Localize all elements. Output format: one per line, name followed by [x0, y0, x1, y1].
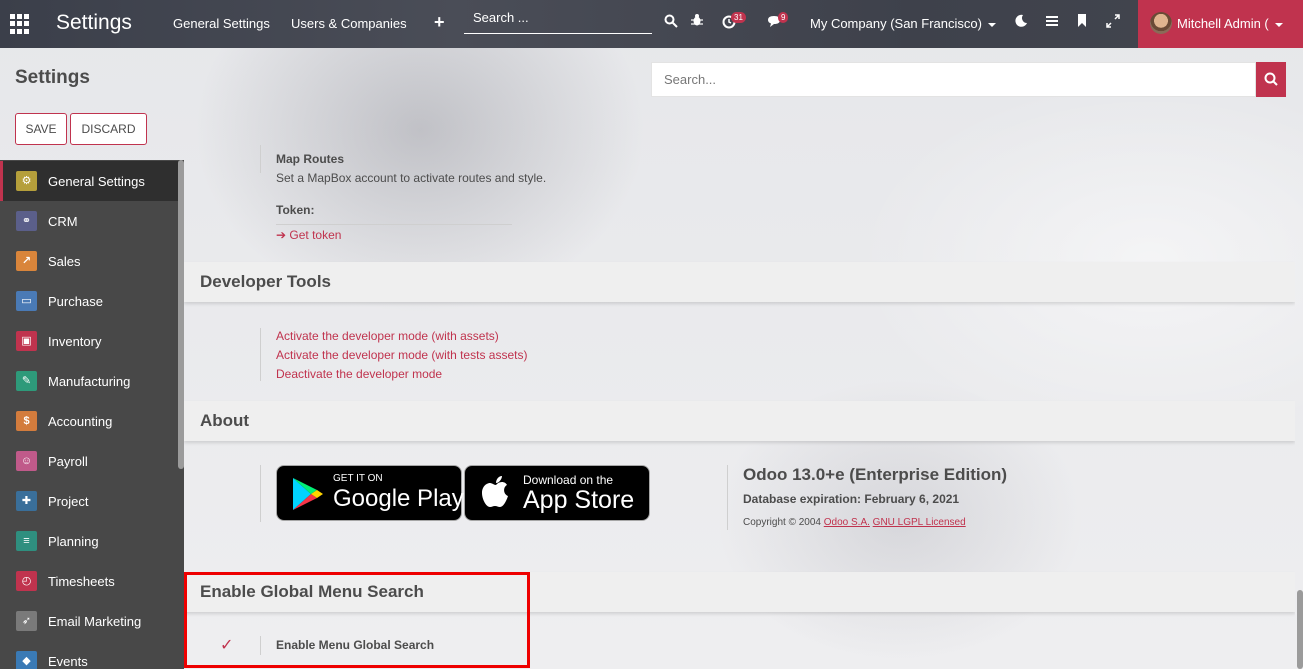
box-icon: ▣: [16, 331, 37, 351]
apple-icon: [482, 476, 508, 507]
message-count-badge: 9: [778, 12, 789, 23]
sidebar-item-label: Email Marketing: [48, 614, 142, 629]
users-icon: ☺: [16, 451, 37, 471]
section-developer-tools: Developer Tools: [184, 262, 1295, 302]
app-title: Settings: [56, 11, 132, 34]
odoo-version: Odoo 13.0+e (Enterprise Edition): [743, 465, 1008, 484]
save-button[interactable]: SAVE: [15, 113, 67, 145]
apps-grid-icon[interactable]: [10, 14, 30, 34]
page-title: Settings: [15, 67, 90, 88]
menu-users-companies[interactable]: Users & Companies: [291, 16, 407, 31]
content-scrollbar[interactable]: [1297, 590, 1303, 669]
chevron-down-icon: [1274, 22, 1283, 27]
deactivate-dev-mode-link[interactable]: Deactivate the developer mode: [276, 367, 442, 381]
app-store-button[interactable]: Download on the App Store: [464, 465, 650, 521]
google-play-big-text: Google Play: [333, 485, 464, 512]
discard-button[interactable]: DISCARD: [70, 113, 147, 145]
copyright: Copyright © 2004 Odoo S.A. GNU LGPL Lice…: [743, 517, 966, 528]
gear-icon: ⚙: [16, 171, 37, 191]
document-icon: $: [16, 411, 37, 431]
dark-mode-icon[interactable]: [1014, 14, 1028, 31]
sidebar-item-label: Inventory: [48, 334, 102, 349]
top-navbar: Settings General Settings Users & Compan…: [0, 0, 1303, 48]
google-play-icon: [293, 478, 323, 510]
sidebar-item-label: Manufacturing: [48, 374, 131, 389]
bookmark-icon[interactable]: [1077, 14, 1087, 30]
stopwatch-icon: ◴: [16, 571, 37, 591]
avatar: [1150, 12, 1172, 34]
settings-sidebar: ⚙ General Settings ⚭ CRM ↗ Sales ▭ Purch…: [0, 160, 184, 669]
sidebar-item-general-settings[interactable]: ⚙ General Settings: [0, 161, 178, 201]
arrow-right-icon: ➔: [276, 228, 290, 242]
menu-general-settings[interactable]: General Settings: [173, 16, 270, 31]
sidebar-item-label: Timesheets: [48, 574, 115, 589]
user-menu[interactable]: Mitchell Admin (: [1138, 0, 1303, 48]
get-token-link[interactable]: ➔ Get token: [276, 228, 341, 242]
settings-search-input[interactable]: Search...: [651, 62, 1256, 97]
bug-icon[interactable]: [690, 13, 704, 30]
sidebar-item-label: Events: [48, 654, 88, 669]
sidebar-item-label: Accounting: [48, 414, 113, 429]
app-store-small-text: Download on the: [523, 473, 614, 487]
sidebar-item-label: CRM: [48, 214, 78, 229]
activate-dev-mode-assets-link[interactable]: Activate the developer mode (with assets…: [276, 329, 499, 343]
sidebar-item-manufacturing[interactable]: ✎ Manufacturing: [0, 361, 178, 401]
paper-plane-icon: ➶: [16, 611, 37, 631]
ticket-icon: ◆: [16, 651, 37, 669]
map-routes-label: Map Routes: [276, 152, 345, 166]
token-field[interactable]: [276, 224, 512, 225]
sidebar-item-planning[interactable]: ≡ Planning: [0, 521, 178, 561]
fullscreen-icon[interactable]: [1106, 14, 1120, 31]
divider: [260, 145, 261, 173]
google-play-button[interactable]: GET IT ON Google Play: [276, 465, 464, 521]
divider: [260, 328, 261, 381]
sidebar-item-label: Planning: [48, 534, 99, 549]
activate-dev-mode-tests-link[interactable]: Activate the developer mode (with tests …: [276, 348, 527, 362]
sidebar-item-timesheets[interactable]: ◴ Timesheets: [0, 561, 178, 601]
sidebar-item-sales[interactable]: ↗ Sales: [0, 241, 178, 281]
sidebar-item-project[interactable]: ✚ Project: [0, 481, 178, 521]
divider: [727, 465, 728, 530]
company-switcher[interactable]: My Company (San Francisco): [810, 16, 996, 31]
section-about: About: [184, 401, 1295, 441]
puzzle-icon: ✚: [16, 491, 37, 511]
chevron-down-icon: [987, 22, 996, 27]
database-expiration: Database expiration: February 6, 2021: [743, 492, 960, 506]
sidebar-item-label: Sales: [48, 254, 81, 269]
settings-content: Map Routes Set a MapBox account to activ…: [184, 145, 1295, 669]
sidebar-item-events[interactable]: ◆ Events: [0, 641, 178, 669]
sidebar-item-label: Project: [48, 494, 89, 509]
sidebar-item-accounting[interactable]: $ Accounting: [0, 401, 178, 441]
wrench-icon: ✎: [16, 371, 37, 391]
odoo-sa-link[interactable]: Odoo S.A.: [824, 517, 870, 528]
divider: [260, 465, 261, 522]
google-play-small-text: GET IT ON: [333, 473, 383, 484]
sidebar-item-label: General Settings: [48, 174, 145, 189]
app-store-big-text: App Store: [523, 486, 635, 514]
chart-icon: ↗: [16, 251, 37, 271]
global-search-input[interactable]: Search ...: [464, 8, 652, 34]
license-link[interactable]: GNU LGPL Licensed: [873, 517, 966, 528]
planning-icon: ≡: [16, 531, 37, 551]
sidebar-item-crm[interactable]: ⚭ CRM: [0, 201, 178, 241]
search-button[interactable]: [1256, 62, 1286, 97]
sidebar-item-purchase[interactable]: ▭ Purchase: [0, 281, 178, 321]
handshake-icon: ⚭: [16, 211, 37, 231]
sidebar-item-inventory[interactable]: ▣ Inventory: [0, 321, 178, 361]
sidebar-item-label: Payroll: [48, 454, 88, 469]
sidebar-item-payroll[interactable]: ☺ Payroll: [0, 441, 178, 481]
company-name: My Company (San Francisco): [810, 16, 982, 31]
plus-icon[interactable]: +: [434, 12, 445, 33]
sidebar-item-label: Purchase: [48, 294, 103, 309]
search-icon[interactable]: [664, 14, 678, 31]
list-menu-icon[interactable]: [1046, 14, 1058, 30]
token-label: Token:: [276, 203, 315, 217]
user-name: Mitchell Admin (: [1177, 16, 1283, 31]
activity-count-badge: 31: [731, 12, 746, 23]
sidebar-item-email-marketing[interactable]: ➶ Email Marketing: [0, 601, 178, 641]
highlight-annotation: [184, 572, 530, 668]
search-icon: [1264, 72, 1278, 86]
card-icon: ▭: [16, 291, 37, 311]
map-routes-description: Set a MapBox account to activate routes …: [276, 171, 547, 185]
